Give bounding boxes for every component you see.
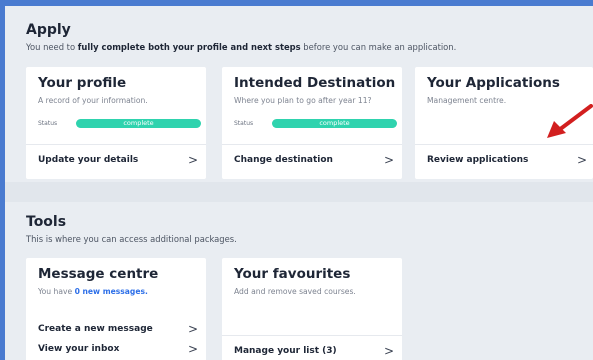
- create-message-label: Create a new message: [38, 324, 153, 334]
- update-details-link[interactable]: Update your details >: [38, 153, 202, 169]
- card-divider: [415, 144, 593, 145]
- message-centre-desc: You have 0 new messages.: [38, 287, 148, 296]
- destination-card-desc: Where you plan to go after year 11?: [234, 96, 372, 105]
- message-centre-card: Message centre You have 0 new messages. …: [26, 258, 206, 360]
- create-message-link[interactable]: Create a new message >: [38, 322, 202, 338]
- favourites-card: Your favourites Add and remove saved cou…: [222, 258, 402, 360]
- destination-card: Intended Destination Where you plan to g…: [222, 67, 402, 179]
- favourites-desc: Add and remove saved courses.: [234, 287, 356, 296]
- profile-card-title: Your profile: [38, 75, 127, 91]
- apply-subtitle: You need to fully complete both your pro…: [26, 42, 457, 52]
- card-divider: [222, 335, 402, 336]
- status-label: Status: [234, 120, 254, 127]
- review-applications-link[interactable]: Review applications >: [427, 153, 591, 169]
- favourites-title: Your favourites: [234, 266, 351, 282]
- destination-status: Status complete: [234, 119, 404, 129]
- chevron-right-icon: >: [576, 153, 587, 167]
- manage-list-link[interactable]: Manage your list (3) >: [234, 344, 398, 360]
- card-divider: [26, 144, 206, 145]
- tools-title: Tools: [26, 214, 67, 230]
- status-complete-badge: complete: [76, 119, 201, 128]
- profile-card: Your profile A record of your informatio…: [26, 67, 206, 179]
- chevron-right-icon: >: [383, 344, 394, 358]
- apply-section: Apply You need to fully complete both yo…: [5, 6, 593, 182]
- apply-title: Apply: [26, 22, 71, 38]
- change-destination-link[interactable]: Change destination >: [234, 153, 398, 169]
- chevron-right-icon: >: [187, 342, 198, 356]
- applications-card-desc: Management centre.: [427, 96, 507, 105]
- tools-subtitle: This is where you can access additional …: [26, 234, 237, 244]
- dashboard: Apply You need to fully complete both yo…: [5, 6, 593, 360]
- applications-card-title: Your Applications: [427, 75, 560, 91]
- chevron-right-icon: >: [383, 153, 394, 167]
- change-destination-label: Change destination: [234, 155, 333, 165]
- section-divider: [5, 182, 593, 202]
- review-applications-label: Review applications: [427, 155, 529, 165]
- status-complete-badge: complete: [272, 119, 397, 128]
- view-inbox-label: View your inbox: [38, 344, 120, 354]
- card-divider: [222, 144, 402, 145]
- profile-status: Status complete: [38, 119, 208, 129]
- message-centre-title: Message centre: [38, 266, 159, 282]
- update-details-label: Update your details: [38, 155, 139, 165]
- chevron-right-icon: >: [187, 322, 198, 336]
- status-label: Status: [38, 120, 58, 127]
- annotation-arrow-icon: [547, 104, 593, 138]
- manage-list-label: Manage your list (3): [234, 346, 337, 356]
- view-inbox-link[interactable]: View your inbox >: [38, 342, 202, 358]
- destination-card-title: Intended Destination: [234, 75, 396, 91]
- chevron-right-icon: >: [187, 153, 198, 167]
- profile-card-desc: A record of your information.: [38, 96, 148, 105]
- tools-section: Tools This is where you can access addit…: [5, 202, 593, 360]
